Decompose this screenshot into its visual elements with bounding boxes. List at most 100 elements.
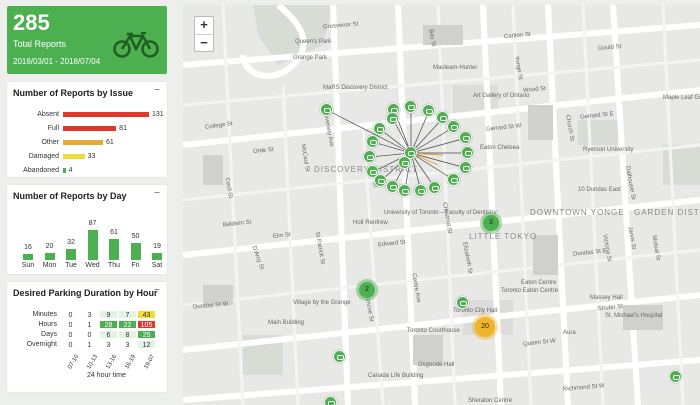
report-marker[interactable]: [366, 135, 379, 148]
duration-cell[interactable]: 22: [118, 320, 137, 329]
report-marker[interactable]: [669, 370, 682, 383]
report-marker[interactable]: [398, 184, 411, 197]
duration-cell[interactable]: 0: [61, 340, 80, 349]
report-marker[interactable]: [447, 173, 460, 186]
street-label: Massey Hall: [590, 295, 623, 301]
street-label: Holt Renfrew: [353, 220, 388, 226]
report-marker[interactable]: [333, 350, 346, 363]
issues-collapse-button[interactable]: −: [154, 85, 160, 96]
report-marker[interactable]: [461, 146, 474, 159]
report-marker[interactable]: [404, 100, 417, 113]
issue-row: Absent 131: [7, 110, 167, 120]
report-marker[interactable]: [428, 181, 441, 194]
duration-row: Minutes 0 3 9 7 43: [7, 310, 177, 319]
duration-cell[interactable]: 3: [118, 340, 137, 349]
duration-cell[interactable]: 1: [80, 320, 99, 329]
issue-bar[interactable]: [63, 168, 66, 173]
duration-row-label: Days: [41, 331, 57, 338]
report-marker[interactable]: [386, 180, 399, 193]
day-label: Sat: [151, 262, 163, 269]
zoom-control: + −: [194, 16, 214, 52]
report-marker[interactable]: [422, 104, 435, 117]
day-value: 32: [67, 238, 75, 246]
duration-cell[interactable]: 3: [99, 340, 118, 349]
day-value: 50: [131, 232, 140, 240]
day-bar[interactable]: [109, 238, 119, 260]
date-range: 2018/03/01 - 2018/07/04: [13, 57, 101, 66]
duration-cell[interactable]: 0: [80, 330, 99, 339]
duration-collapse-button[interactable]: −: [154, 285, 160, 296]
duration-cell[interactable]: 1: [80, 340, 99, 349]
day-bar[interactable]: [44, 253, 55, 260]
report-marker[interactable]: [324, 396, 337, 405]
street-label: Osgoode Hall: [418, 362, 455, 368]
day-bar[interactable]: [23, 254, 33, 260]
bicycle-icon: [113, 32, 159, 58]
issue-bar[interactable]: [63, 154, 85, 159]
street-label: Main Building: [268, 320, 305, 326]
day-column: 87 Wed: [85, 202, 100, 272]
report-marker[interactable]: [459, 131, 472, 144]
issue-label: Absent: [37, 111, 59, 118]
duration-row: Hours 0 1 28 22 105: [7, 320, 177, 329]
duration-cell[interactable]: 3: [80, 310, 99, 319]
duration-cell[interactable]: 9: [99, 310, 118, 319]
total-reports-card: 285 Total Reports 2018/03/01 - 2018/07/0…: [7, 6, 167, 74]
day-label: Mon: [42, 262, 57, 269]
report-marker[interactable]: [363, 150, 376, 163]
cluster-count[interactable]: 20: [475, 317, 495, 337]
duration-cell[interactable]: 105: [137, 320, 156, 329]
day-value: 87: [88, 220, 97, 227]
report-marker[interactable]: [320, 103, 333, 116]
issue-bar[interactable]: [63, 140, 104, 145]
map[interactable]: + − DISCOVERY DISTRICT DOWNTOWN YONGE LITT…: [183, 5, 700, 405]
duration-cell[interactable]: 0: [61, 320, 80, 329]
issue-bar[interactable]: [63, 126, 117, 131]
zoom-in-button[interactable]: +: [195, 17, 213, 34]
zoom-out-button[interactable]: −: [195, 34, 213, 51]
report-marker[interactable]: [386, 112, 399, 125]
report-marker[interactable]: [373, 122, 386, 135]
issue-label: Abandoned: [23, 167, 59, 174]
street-label: Toronto Eaton Centre: [501, 288, 559, 294]
report-marker[interactable]: [414, 184, 427, 197]
cluster-count[interactable]: 3: [483, 215, 499, 231]
day-value: 20: [45, 243, 54, 251]
cluster-count[interactable]: 2: [359, 282, 375, 298]
street-label: Canada Life Building: [368, 373, 424, 379]
issue-value: 81: [119, 125, 127, 132]
issue-row: Full 81: [7, 124, 167, 134]
report-marker[interactable]: [459, 161, 472, 174]
street-label: Ryerson University: [583, 147, 634, 153]
day-bar[interactable]: [130, 242, 141, 260]
duration-cell[interactable]: 8: [118, 330, 137, 339]
duration-cell[interactable]: 25: [137, 330, 156, 339]
days-collapse-button[interactable]: −: [154, 188, 160, 199]
duration-cell[interactable]: 43: [137, 310, 156, 319]
issue-label: Damaged: [28, 153, 59, 160]
duration-cell[interactable]: 6: [99, 330, 118, 339]
issue-value: 61: [106, 139, 114, 146]
duration-cell[interactable]: 7: [118, 310, 137, 319]
street-label: University of Toronto – Faculty of Denti…: [384, 210, 497, 216]
report-marker[interactable]: [456, 296, 469, 309]
day-bar[interactable]: [66, 248, 76, 260]
duration-cell[interactable]: 0: [61, 330, 80, 339]
issue-bar[interactable]: [63, 112, 149, 117]
duration-cell[interactable]: 28: [99, 320, 118, 329]
day-bar[interactable]: [152, 253, 162, 260]
street-label: Macleam-Hunter: [433, 65, 478, 71]
report-marker[interactable]: [398, 156, 411, 169]
duration-panel-title: Desired Parking Duration by Hour: [13, 288, 158, 298]
issue-value: 131: [152, 111, 164, 118]
report-marker[interactable]: [366, 165, 379, 178]
report-marker[interactable]: [447, 120, 460, 133]
day-value: 61: [110, 228, 118, 236]
day-label: Wed: [85, 262, 100, 269]
duration-cell[interactable]: 0: [61, 310, 80, 319]
issue-row: Abandoned 4: [7, 166, 167, 176]
day-column: 20 Mon: [43, 202, 57, 272]
issue-row: Damaged 33: [7, 152, 167, 162]
duration-cell[interactable]: 12: [137, 340, 156, 349]
day-bar[interactable]: [87, 230, 98, 260]
